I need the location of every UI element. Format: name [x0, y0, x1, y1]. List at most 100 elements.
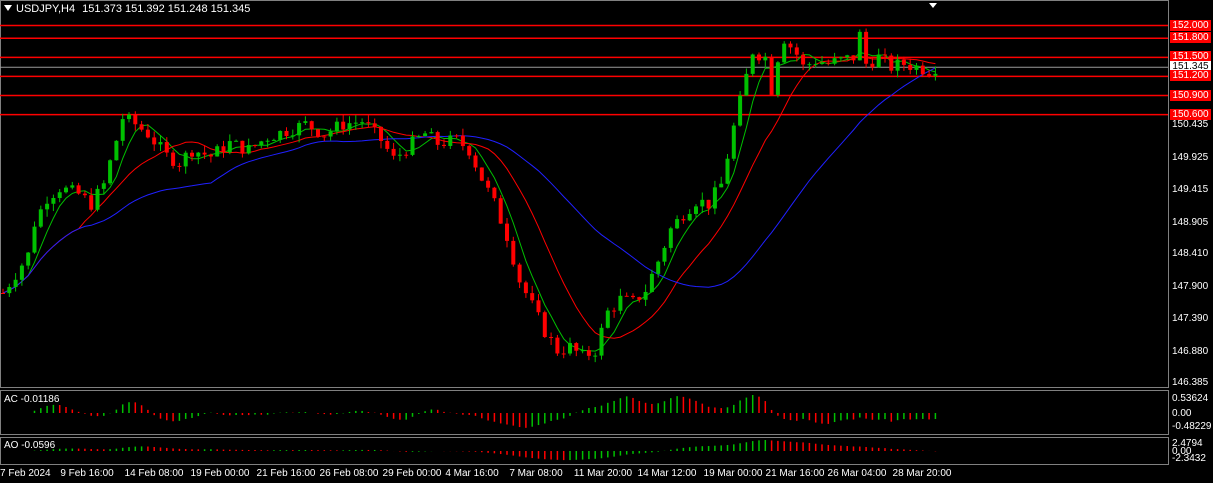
candle [51, 194, 56, 212]
shift-marker-icon[interactable] [929, 3, 937, 8]
candle-body [549, 337, 554, 339]
candle-body [505, 223, 509, 241]
candle [215, 144, 220, 157]
candle [788, 41, 793, 54]
candle [448, 130, 453, 150]
candle [744, 68, 749, 96]
candle-body [744, 73, 749, 96]
candle [385, 135, 390, 152]
time-tick-label: 21 Mar 16:00 [765, 468, 825, 479]
candle-body [813, 63, 818, 65]
ao-tick-bottom: -2.3432 [1172, 453, 1206, 464]
candle-body [568, 343, 572, 354]
candle [297, 120, 302, 143]
candle-body [51, 197, 56, 204]
candle-body [920, 65, 925, 75]
candle [662, 246, 667, 266]
candle [227, 134, 232, 155]
candle-body [460, 135, 465, 147]
candle-body [738, 95, 743, 126]
candle-body [731, 125, 736, 159]
chart-canvas[interactable] [0, 0, 1213, 483]
candle [404, 151, 409, 159]
ma-slow-line [2, 67, 936, 294]
candle-body [95, 188, 100, 210]
candle-body [442, 144, 446, 146]
candle [593, 352, 598, 363]
candle-body [511, 240, 516, 265]
candle [486, 177, 491, 192]
candle-body [523, 282, 528, 294]
candle-body [429, 132, 434, 134]
candle [725, 154, 730, 185]
candle [769, 54, 774, 96]
candle-body [208, 154, 213, 157]
candle-body [889, 55, 894, 71]
candle-body [89, 195, 94, 210]
candle [731, 122, 736, 161]
candle [637, 296, 642, 303]
candle-body [127, 114, 131, 120]
candle-body [883, 54, 887, 56]
candle [763, 52, 768, 68]
chart-header[interactable]: USDJPY,H4 151.373 151.392 151.248 151.34… [4, 3, 250, 15]
menu-triangle-icon[interactable] [4, 5, 12, 11]
time-tick-label: 11 Mar 20:00 [573, 468, 633, 479]
candle [240, 140, 245, 158]
candle-body [290, 135, 295, 137]
candle [549, 332, 554, 346]
candle [322, 136, 327, 142]
candle-body [158, 142, 163, 145]
candle-body [605, 310, 610, 328]
time-tick-label: 21 Feb 16:00 [256, 468, 316, 479]
level-price-tag: 152.000 [1170, 19, 1211, 31]
candle-body [139, 124, 144, 130]
candle-body [927, 74, 932, 76]
price-tick-label: 147.390 [1172, 313, 1209, 325]
candle [139, 120, 144, 132]
candles [1, 28, 938, 363]
candle-body [190, 152, 194, 157]
time-tick-label: 14 Mar 12:00 [637, 468, 697, 479]
candle-body [542, 312, 547, 338]
ac-tick-zero: 0.00 [1172, 408, 1192, 419]
candle-body [265, 140, 270, 142]
candle [171, 150, 176, 169]
candle [883, 48, 887, 63]
candle-body [782, 43, 787, 63]
candle-body [303, 121, 308, 123]
candle [38, 205, 43, 228]
candle [624, 292, 629, 297]
candle [221, 140, 226, 158]
candle-body [832, 58, 837, 64]
candle [108, 159, 113, 185]
candle-body [706, 199, 711, 209]
candle-body [574, 343, 579, 351]
candle-body [454, 135, 459, 137]
candle-body [845, 55, 850, 58]
candle [423, 130, 428, 137]
price-tick-label: 150.435 [1172, 119, 1209, 131]
candle-body [870, 63, 875, 68]
candle [706, 199, 711, 215]
candle [826, 59, 831, 66]
candle-body [750, 54, 755, 74]
candle-body [637, 297, 642, 300]
candle-body [221, 146, 226, 153]
candle-body [712, 187, 717, 209]
candle [889, 53, 894, 74]
candle [700, 192, 705, 214]
candle-body [857, 31, 862, 61]
candle-body [334, 121, 339, 132]
candle [876, 48, 881, 68]
candle-body [120, 119, 125, 141]
horizontal-levels[interactable] [0, 24, 1168, 116]
candle [757, 52, 761, 65]
candle [832, 52, 837, 66]
candle [45, 196, 50, 217]
candle [278, 130, 283, 143]
candle-body [171, 152, 176, 166]
candle [530, 285, 535, 304]
candle-body [309, 121, 314, 130]
candle [511, 236, 516, 267]
